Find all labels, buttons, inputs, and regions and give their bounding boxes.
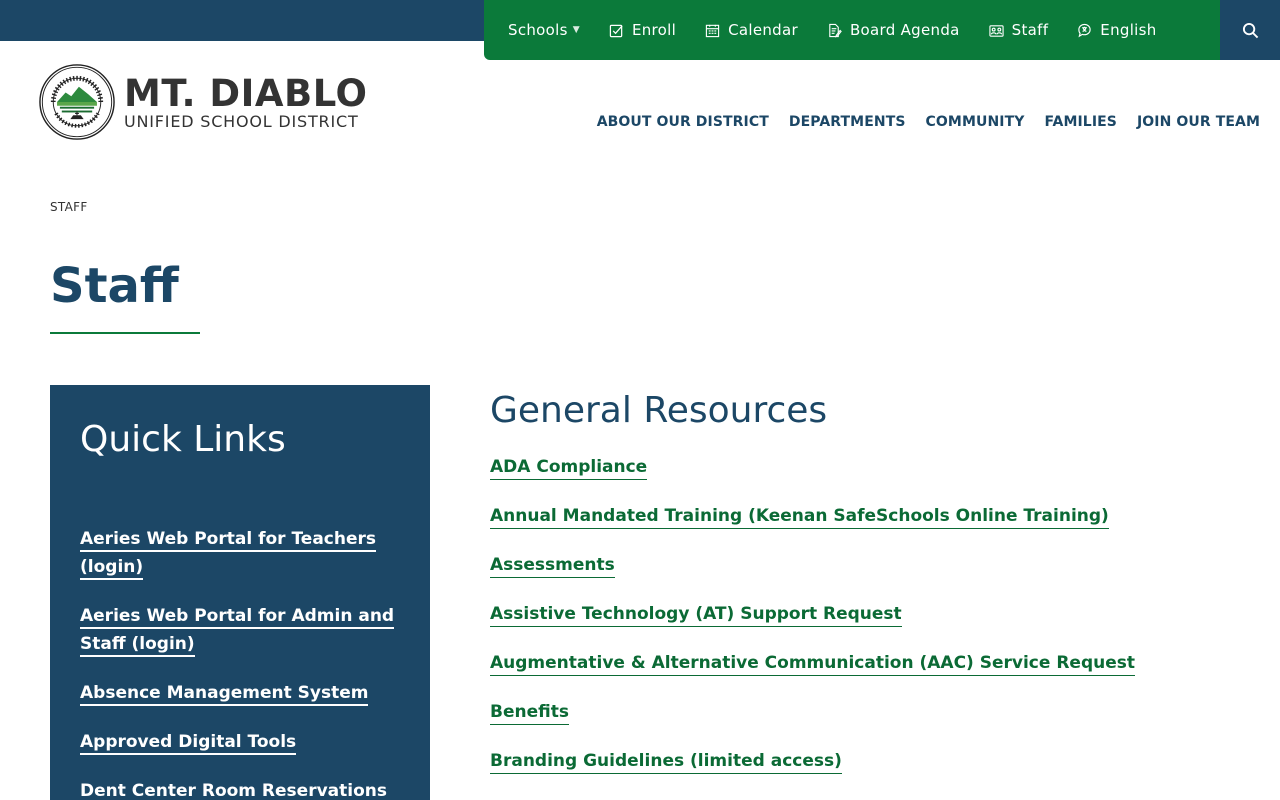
general-resources-title: General Resources (490, 390, 828, 431)
logo-name: MT. DIABLO (124, 72, 368, 115)
resource-link-aac-service[interactable]: Augmentative & Alternative Communication… (490, 652, 1250, 676)
quick-link-dent-center-reservations[interactable]: Dent Center Room Reservations (80, 777, 400, 800)
logo-wordmark: MT. DIABLO UNIFIED SCHOOL DISTRICT (124, 75, 367, 131)
quick-links-title: Quick Links (80, 419, 286, 460)
quick-link-label: Aeries Web Portal for Admin and Staff (l… (80, 606, 395, 657)
nav-families[interactable]: FAMILIES (1044, 114, 1117, 130)
quick-link-aeries-teachers[interactable]: Aeries Web Portal for Teachers (login) (80, 525, 400, 581)
resource-link-label: Annual Mandated Training (Keenan SafeSch… (490, 506, 1109, 529)
utility-nav: Schools ▼ Enroll Calendar Board Agenda S… (484, 0, 1220, 60)
resource-link-benefits[interactable]: Benefits (490, 701, 1250, 725)
enroll-label: Enroll (631, 21, 677, 39)
language-label: English (1100, 21, 1157, 39)
nav-about-our-district[interactable]: ABOUT OUR DISTRICT (597, 114, 769, 130)
quick-link-label: Aeries Web Portal for Teachers (login) (80, 529, 377, 580)
quick-link-label: Approved Digital Tools (80, 732, 297, 755)
quick-link-approved-digital-tools[interactable]: Approved Digital Tools (80, 728, 400, 756)
resource-link-annual-training[interactable]: Annual Mandated Training (Keenan SafeSch… (490, 505, 1250, 529)
quick-link-absence-management[interactable]: Absence Management System (80, 679, 400, 707)
quick-link-aeries-admin-staff[interactable]: Aeries Web Portal for Admin and Staff (l… (80, 602, 400, 658)
schools-menu[interactable]: Schools ▼ (508, 21, 580, 39)
calendar-label: Calendar (728, 21, 798, 39)
resource-link-branding-guidelines[interactable]: Branding Guidelines (limited access) (490, 750, 1250, 774)
breadcrumb: STAFF (50, 200, 88, 214)
quick-link-label: Absence Management System (80, 683, 369, 706)
title-divider (50, 332, 200, 334)
resource-link-label: ADA Compliance (490, 457, 648, 480)
language-select[interactable]: English (1077, 21, 1156, 39)
calendar-link[interactable]: Calendar (705, 21, 798, 39)
nav-departments[interactable]: DEPARTMENTS (789, 114, 906, 130)
resource-link-ada-compliance[interactable]: ADA Compliance (490, 456, 1250, 480)
general-resources-section: General Resources ADA Compliance Annual … (490, 388, 1250, 799)
staff-label: Staff (1011, 21, 1049, 39)
quick-link-label: Dent Center Room Reservations (80, 781, 387, 800)
page-title: Staff (50, 258, 179, 314)
logo-subtitle: UNIFIED SCHOOL DISTRICT (124, 112, 359, 131)
resource-link-label: Assessments (490, 555, 615, 578)
board-agenda-label: Board Agenda (849, 21, 960, 39)
search-button[interactable] (1220, 0, 1280, 60)
quick-links-panel: Quick Links Aeries Web Portal for Teache… (50, 385, 430, 800)
district-logo[interactable]: MT. DIABLO UNIFIED SCHOOL DISTRICT (39, 64, 367, 140)
resource-link-label: Branding Guidelines (limited access) (490, 751, 842, 774)
staff-link[interactable]: Staff (989, 21, 1049, 39)
resource-link-label: Benefits (490, 702, 569, 725)
search-icon (1242, 22, 1258, 38)
translate-icon (1078, 23, 1091, 37)
staff-icon (989, 24, 1004, 37)
enroll-link[interactable]: Enroll (609, 21, 676, 39)
board-agenda-link[interactable]: Board Agenda (827, 21, 960, 39)
caret-down-icon: ▼ (572, 25, 580, 35)
nav-join-our-team[interactable]: JOIN OUR TEAM (1137, 114, 1260, 130)
resource-link-assistive-technology[interactable]: Assistive Technology (AT) Support Reques… (490, 603, 1250, 627)
document-edit-icon (829, 23, 842, 37)
resource-link-label: Augmentative & Alternative Communication… (490, 653, 1136, 676)
district-seal-icon (39, 64, 115, 140)
checkbox-icon (609, 24, 623, 37)
calendar-icon (705, 24, 720, 37)
resource-link-label: Assistive Technology (AT) Support Reques… (490, 604, 902, 627)
schools-label: Schools (508, 21, 568, 39)
quick-links-list: Aeries Web Portal for Teachers (login) A… (80, 525, 400, 800)
resource-link-assessments[interactable]: Assessments (490, 554, 1250, 578)
nav-community[interactable]: COMMUNITY (926, 114, 1025, 130)
main-nav: ABOUT OUR DISTRICT DEPARTMENTS COMMUNITY… (577, 114, 1260, 130)
